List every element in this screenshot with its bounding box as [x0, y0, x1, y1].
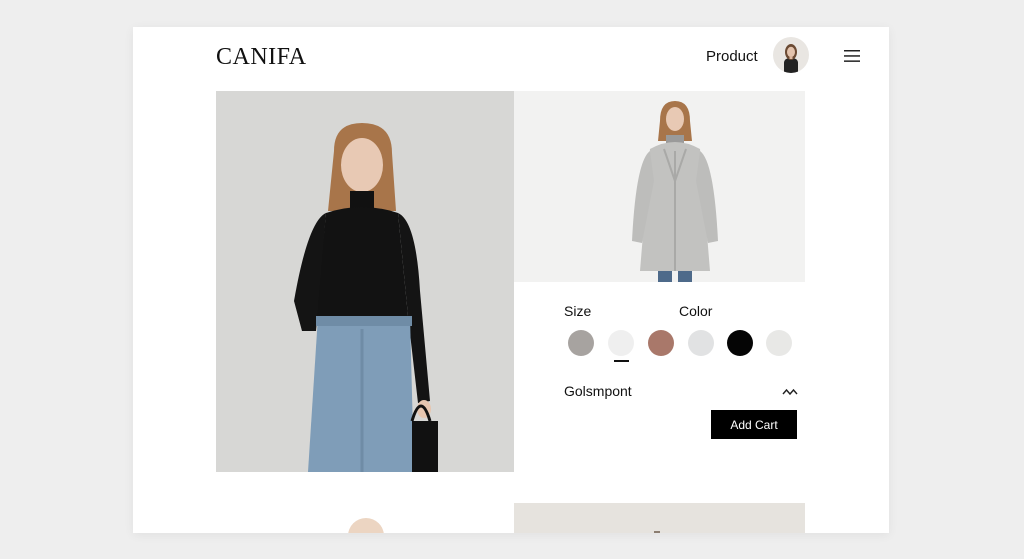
- wavy-chevron-icon[interactable]: [782, 384, 798, 396]
- avatar[interactable]: [773, 37, 809, 73]
- partial-product-image: [514, 503, 805, 533]
- color-swatch-taupe-grey[interactable]: [568, 330, 594, 356]
- color-swatch-white[interactable]: [608, 330, 634, 356]
- model-black-sweater-jeans-image: [216, 91, 514, 472]
- color-label: Color: [679, 303, 713, 319]
- color-swatch-black[interactable]: [727, 330, 753, 356]
- hamburger-menu-icon[interactable]: [844, 49, 860, 63]
- color-swatch-light-grey[interactable]: [688, 330, 714, 356]
- add-cart-button[interactable]: Add Cart: [711, 410, 797, 439]
- brand-logo[interactable]: CANIFA: [216, 44, 307, 71]
- avatar-portrait-image: [784, 44, 798, 73]
- avatar-thumbnail[interactable]: [348, 518, 384, 533]
- selected-swatch-indicator: [614, 360, 629, 362]
- color-swatch-brown[interactable]: [648, 330, 674, 356]
- color-swatch-off-white[interactable]: [766, 330, 792, 356]
- main-product-image[interactable]: [216, 91, 514, 472]
- model-grey-coat-image: [514, 91, 805, 282]
- variant-dropdown-label[interactable]: Golsmpont: [564, 383, 632, 399]
- nav-product-link[interactable]: Product: [706, 48, 758, 65]
- next-product-image[interactable]: [514, 503, 805, 533]
- secondary-product-image[interactable]: [514, 91, 805, 282]
- size-label: Size: [564, 303, 592, 319]
- product-page-card: CANIFA Product Size Color Golsmpont Add …: [133, 27, 889, 533]
